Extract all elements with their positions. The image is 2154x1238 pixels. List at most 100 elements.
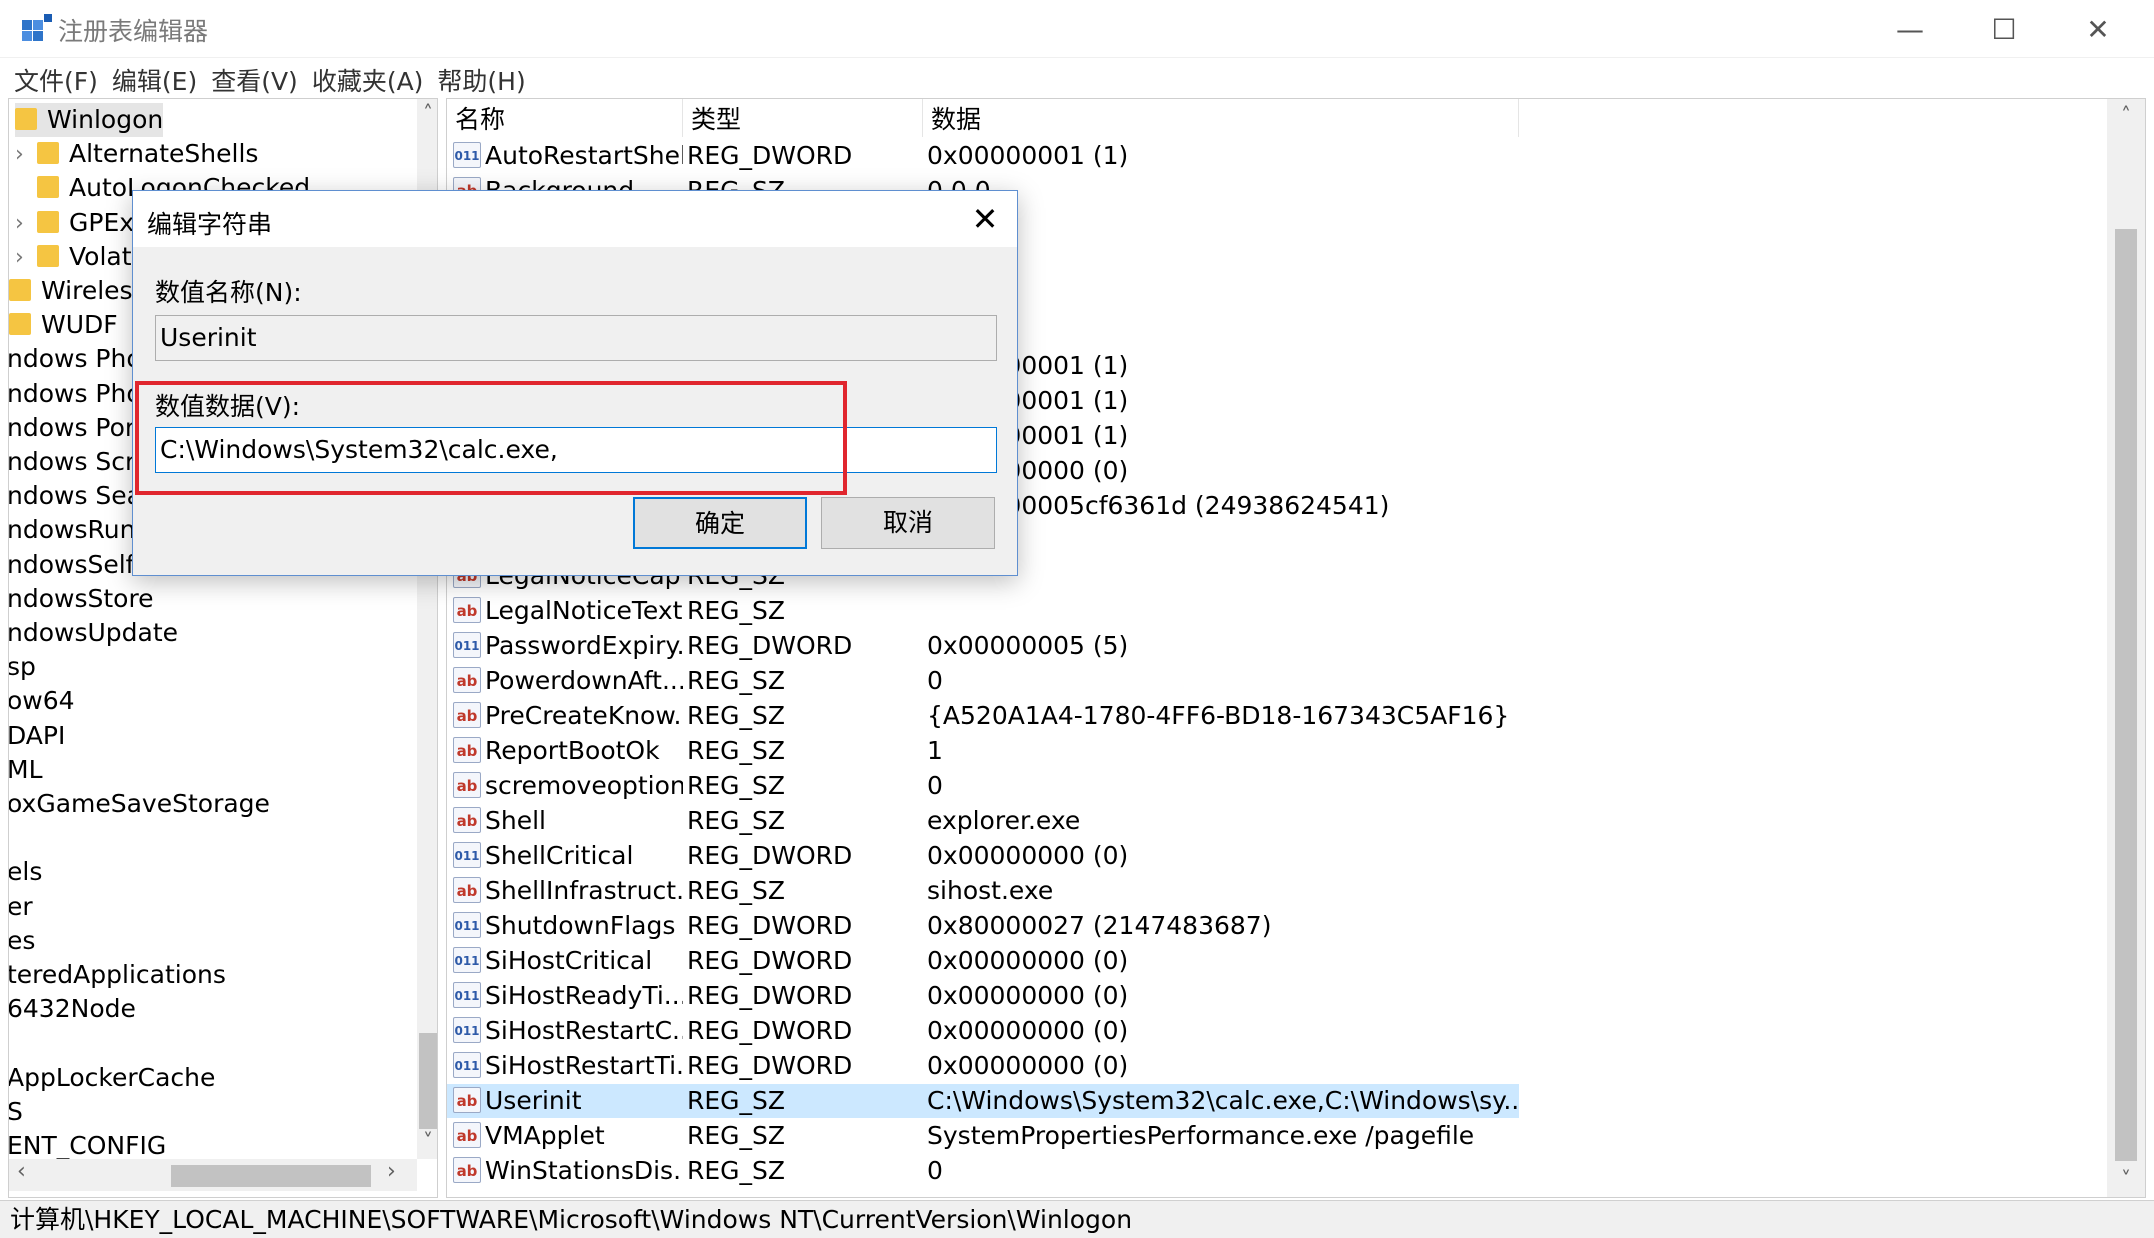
value-name-cell: ab ShellInfrastruct...: [447, 874, 683, 908]
value-name-field: Userinit: [155, 315, 997, 361]
tree-item[interactable]: DAPI: [9, 719, 65, 753]
tree-item-label: teredApplications: [8, 960, 226, 989]
table-row[interactable]: ab scremoveoption REG_SZ 0: [447, 769, 2107, 803]
scroll-thumb[interactable]: [419, 1033, 437, 1129]
string-value-icon: ab: [453, 596, 481, 623]
tree-item[interactable]: ndowsUpdate: [9, 616, 178, 650]
chevron-right-icon[interactable]: ›: [15, 241, 37, 275]
dialog-close-icon[interactable]: ✕: [965, 199, 1005, 239]
string-value-icon: ab: [453, 806, 481, 833]
scroll-up-icon[interactable]: ˄: [2107, 103, 2145, 127]
folder-icon: [37, 244, 59, 267]
tree-item[interactable]: ndowsRunt: [9, 513, 145, 547]
tree-item[interactable]: ML: [9, 753, 43, 787]
tree-item[interactable]: teredApplications: [8, 958, 226, 992]
value-name-cell: 011 ShellCritical: [447, 839, 683, 873]
dword-value-icon: 011: [453, 841, 481, 868]
maximize-button[interactable]: ☐: [1958, 0, 2050, 58]
scroll-right-icon[interactable]: ›: [387, 1159, 396, 1184]
close-button[interactable]: ✕: [2052, 0, 2144, 58]
string-value-icon: ab: [453, 666, 481, 693]
menu-file[interactable]: 文件(F): [14, 58, 112, 98]
table-row[interactable]: ab LegalNoticeText REG_SZ: [447, 594, 2107, 628]
tree-item[interactable]: Winlogon: [15, 103, 164, 137]
chevron-right-icon[interactable]: ›: [15, 207, 37, 241]
value-name-label: 数值名称(N):: [155, 278, 302, 307]
value-name-cell: 011 SiHostCritical: [447, 944, 683, 978]
table-row[interactable]: ab PreCreateKnow... REG_SZ {A520A1A4-1780-4…: [447, 699, 2107, 733]
ok-button[interactable]: 确定: [633, 497, 807, 549]
tree-item[interactable]: es: [9, 924, 35, 958]
dword-value-icon: 011: [453, 981, 481, 1008]
value-data-cell: sihost.exe: [927, 875, 1054, 905]
tree-item[interactable]: ndows Scri: [9, 445, 142, 479]
value-name-cell: ab VMApplet: [447, 1119, 683, 1153]
value-name: VMApplet: [485, 1120, 605, 1150]
status-bar-path: 计算机\HKEY_LOCAL_MACHINE\SOFTWARE\Microsof…: [0, 1200, 2154, 1238]
chevron-right-icon[interactable]: ›: [15, 138, 37, 172]
value-type-cell: REG_SZ: [687, 770, 786, 800]
table-row[interactable]: ab ReportBootOk REG_SZ 1: [447, 734, 2107, 768]
table-row[interactable]: ab PowerdownAft... REG_SZ 0: [447, 664, 2107, 698]
table-row[interactable]: 011 ShutdownFlags REG_DWORD 0x80000027 (214…: [447, 909, 2107, 943]
scroll-up-icon[interactable]: ˄: [417, 101, 437, 125]
tree-item[interactable]: › AlternateShells: [15, 137, 258, 171]
minimize-button[interactable]: —: [1864, 0, 1956, 58]
scroll-down-icon[interactable]: ˅: [417, 1129, 437, 1153]
column-type-header[interactable]: 类型: [683, 99, 923, 137]
table-row[interactable]: ab Shell REG_SZ explorer.exe: [447, 804, 2107, 838]
scroll-down-icon[interactable]: ˅: [2107, 1167, 2145, 1191]
table-row[interactable]: 011 SiHostCritical REG_DWORD 0x00000000 (0): [447, 944, 2107, 978]
tree-item[interactable]: sp: [9, 650, 36, 684]
menu-favorites[interactable]: 收藏夹(A): [312, 58, 438, 98]
table-row[interactable]: ab ShellInfrastruct... REG_SZ sihost.exe: [447, 874, 2107, 908]
menu-view[interactable]: 查看(V): [211, 58, 312, 98]
tree-item-label: AlternateShells: [69, 139, 259, 169]
string-value-icon: ab: [453, 1156, 481, 1183]
tree-item[interactable]: oxGameSaveStorage: [9, 787, 270, 821]
value-data-cell: 0x00000005 (5): [927, 630, 1129, 660]
table-row[interactable]: 011 SiHostRestartTi... REG_DWORD 0x00000000…: [447, 1049, 2107, 1083]
tree-item-label: WUDF: [41, 310, 118, 340]
tree-item[interactable]: 6432Node: [9, 992, 136, 1026]
value-name-cell: ab LegalNoticeText: [447, 594, 683, 628]
value-type-cell: REG_DWORD: [687, 840, 853, 870]
table-row[interactable]: 011 AutoRestartShell REG_DWORD 0x00000001 (…: [447, 139, 2107, 173]
tree-item[interactable]: ENT_CONFIG: [9, 1129, 166, 1163]
edit-string-dialog: 编辑字符串 ✕ 数值名称(N): Userinit 数值数据(V): C:\Wi…: [132, 190, 1018, 576]
column-name-header[interactable]: 名称: [447, 99, 683, 137]
tree-item[interactable]: ndowsStore: [9, 582, 154, 616]
value-name: WinStationsDis...: [485, 1155, 683, 1185]
tree-item-label: Winlogon: [47, 105, 164, 134]
tree-item-label: els: [8, 857, 43, 887]
scroll-thumb[interactable]: [171, 1165, 371, 1187]
column-data-header[interactable]: 数据: [923, 99, 1519, 137]
menu-help[interactable]: 帮助(H): [437, 58, 539, 98]
scroll-left-icon[interactable]: ‹: [17, 1159, 26, 1184]
tree-horizontal-scrollbar[interactable]: ‹ ›: [9, 1159, 417, 1191]
table-row[interactable]: ab WinStationsDis... REG_SZ 0: [447, 1154, 2107, 1188]
tree-item[interactable]: ndows Port: [9, 411, 145, 445]
table-row[interactable]: 011 SiHostRestartC... REG_DWORD 0x00000000 …: [447, 1014, 2107, 1048]
tree-item[interactable]: ndows Sea: [9, 479, 142, 513]
table-row[interactable]: 011 SiHostReadyTi... REG_DWORD 0x00000000 (…: [447, 979, 2107, 1013]
table-row[interactable]: 011 PasswordExpiry... REG_DWORD 0x00000005 …: [447, 629, 2107, 663]
tree-item[interactable]: ow64: [9, 684, 75, 718]
scroll-thumb[interactable]: [2115, 229, 2137, 1161]
menu-edit[interactable]: 编辑(E): [112, 58, 211, 98]
tree-item[interactable]: er: [9, 890, 33, 924]
value-name-cell: 011 SiHostRestartC...: [447, 1014, 683, 1048]
tree-item[interactable]: WUDF: [9, 308, 118, 342]
tree-item[interactable]: els: [8, 855, 43, 889]
value-name: Shell: [485, 805, 546, 835]
table-row[interactable]: ab Userinit REG_SZ C:\Windows\System32\calc…: [447, 1083, 2107, 1118]
value-name: Userinit: [485, 1085, 582, 1115]
cancel-button[interactable]: 取消: [821, 497, 995, 549]
table-row[interactable]: 011 ShellCritical REG_DWORD 0x00000000 (0): [447, 839, 2107, 873]
value-data-cell: 0x00000001 (1): [927, 141, 1129, 170]
tree-item[interactable]: AppLockerCache: [9, 1061, 215, 1095]
list-vertical-scrollbar[interactable]: ˄ ˅: [2107, 99, 2145, 1197]
table-row[interactable]: ab VMApplet REG_SZ SystemPropertiesPerforma…: [447, 1119, 2107, 1153]
value-type-cell: REG_SZ: [687, 700, 786, 730]
tree-item[interactable]: S: [9, 1095, 23, 1129]
